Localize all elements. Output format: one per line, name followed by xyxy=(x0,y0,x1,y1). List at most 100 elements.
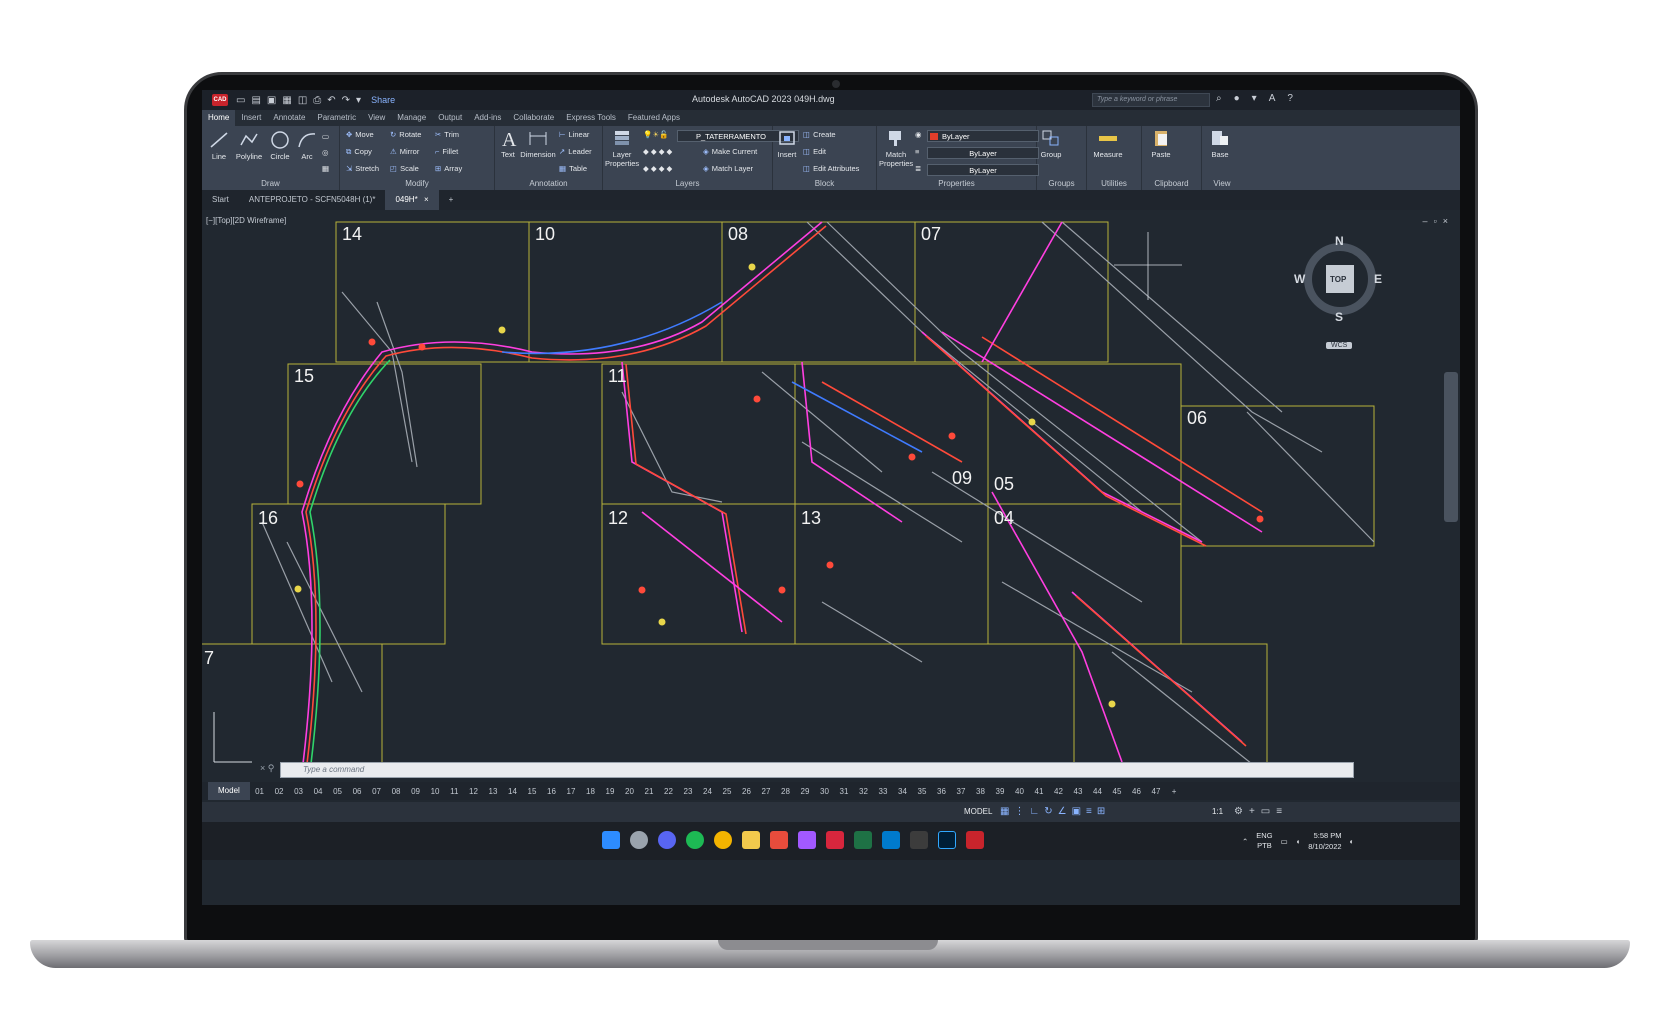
layout-tab-16[interactable]: 16 xyxy=(542,787,562,796)
layer-state-icons[interactable]: 💡☀🔓 xyxy=(643,130,668,139)
layout-tab-23[interactable]: 23 xyxy=(678,787,698,796)
tab-collaborate[interactable]: Collaborate xyxy=(507,110,560,126)
layout-tab-30[interactable]: 30 xyxy=(815,787,835,796)
doc-tab-anteprojeto[interactable]: ANTEPROJETO - SCFN5048H (1)* xyxy=(239,190,386,210)
draw-panel-title[interactable]: Draw xyxy=(202,179,339,188)
vscode-icon[interactable] xyxy=(882,831,900,849)
compass-south[interactable]: S xyxy=(1335,310,1343,324)
status-toggle-icons[interactable]: ▦⋮∟↻∠▣≡⊞ xyxy=(1000,806,1110,817)
base-tool[interactable]: Base xyxy=(1208,128,1232,159)
insert-tool[interactable]: Insert xyxy=(775,128,799,159)
redo-icon[interactable]: ↷ xyxy=(342,95,350,106)
layer-tools-row1[interactable]: ◆ ◆ ◆ ◆ xyxy=(643,147,672,156)
tab-output[interactable]: Output xyxy=(432,110,468,126)
trim-button[interactable]: ✂ Trim xyxy=(435,130,459,139)
fillet-button[interactable]: ⌐ Fillet xyxy=(435,147,458,156)
layout-tab-15[interactable]: 15 xyxy=(522,787,542,796)
tab-featured-apps[interactable]: Featured Apps xyxy=(622,110,686,126)
autodesk-icon[interactable]: A xyxy=(1269,93,1276,104)
user-icon[interactable]: ● xyxy=(1234,93,1240,104)
layout-tab-13[interactable]: 13 xyxy=(483,787,503,796)
mirror-button[interactable]: ⚠ Mirror xyxy=(390,147,419,156)
tab-express-tools[interactable]: Express Tools xyxy=(560,110,622,126)
measure-tool[interactable]: Measure xyxy=(1091,128,1125,159)
tab-insert[interactable]: Insert xyxy=(235,110,267,126)
chrome-icon[interactable] xyxy=(714,831,732,849)
layout-tab-47[interactable]: 47 xyxy=(1146,787,1166,796)
layout-tab-09[interactable]: 09 xyxy=(406,787,426,796)
excel-icon[interactable] xyxy=(854,831,872,849)
layout-tab-22[interactable]: 22 xyxy=(659,787,679,796)
layout-tab-01[interactable]: 01 xyxy=(250,787,270,796)
match-layer-button[interactable]: ◈ Match Layer xyxy=(703,164,753,173)
modify-panel-title[interactable]: Modify xyxy=(340,179,494,188)
layout-tab-19[interactable]: 19 xyxy=(600,787,620,796)
qat-dropdown-icon[interactable]: ▾ xyxy=(356,95,361,106)
tab-view[interactable]: View xyxy=(362,110,391,126)
edit-attributes-button[interactable]: ◫ Edit Attributes xyxy=(803,164,859,173)
layout-tab-45[interactable]: 45 xyxy=(1107,787,1127,796)
layout-tab-42[interactable]: 42 xyxy=(1049,787,1069,796)
lineweight-dropdown[interactable]: ByLayer xyxy=(927,164,1039,176)
layout-tab-04[interactable]: 04 xyxy=(308,787,328,796)
new-tab-icon[interactable]: + xyxy=(439,190,464,210)
block-panel-title[interactable]: Block xyxy=(773,179,876,188)
circle-tool[interactable]: Circle xyxy=(266,130,294,161)
tray-chevron-icon[interactable]: ⌃ xyxy=(1242,837,1248,846)
web-icon[interactable]: ◫ xyxy=(298,95,307,106)
viewport-window-controls[interactable]: –▫× xyxy=(1423,216,1454,226)
layout-tab-34[interactable]: 34 xyxy=(893,787,913,796)
scale-button[interactable]: ◰ Scale xyxy=(390,164,419,173)
group-tool[interactable]: Group xyxy=(1039,128,1063,159)
save-icon[interactable]: ▣ xyxy=(267,95,276,106)
layer-tools-row2[interactable]: ◆ ◆ ◆ ◆ xyxy=(643,164,672,173)
discord-icon[interactable] xyxy=(658,831,676,849)
doc-tab-049h[interactable]: 049H* × xyxy=(385,190,439,210)
match-properties-tool[interactable]: Match Properties xyxy=(879,128,913,168)
layout-tab-46[interactable]: 46 xyxy=(1127,787,1147,796)
layout-tab-26[interactable]: 26 xyxy=(737,787,757,796)
layout-tab-02[interactable]: 02 xyxy=(269,787,289,796)
layout-tab-05[interactable]: 05 xyxy=(328,787,348,796)
hatch-icon[interactable]: ◎ xyxy=(322,148,329,157)
properties-panel-title[interactable]: Properties xyxy=(877,179,1036,188)
layout-tab-03[interactable]: 03 xyxy=(289,787,309,796)
layout-tab-43[interactable]: 43 xyxy=(1068,787,1088,796)
layout-tab-11[interactable]: 11 xyxy=(445,787,464,796)
color-dropdown[interactable]: ByLayer xyxy=(927,130,1039,142)
model-space-button[interactable]: MODEL xyxy=(964,807,992,816)
layout-tab-21[interactable]: 21 xyxy=(639,787,659,796)
layout-tab-24[interactable]: 24 xyxy=(698,787,718,796)
table-button[interactable]: ▦ Table xyxy=(559,164,587,173)
leader-button[interactable]: ↗ Leader xyxy=(559,147,592,156)
layout-tab-35[interactable]: 35 xyxy=(912,787,932,796)
create-block-button[interactable]: ◫ Create xyxy=(803,130,836,139)
layout-tab-29[interactable]: 29 xyxy=(795,787,815,796)
wcs-menu[interactable]: WCS xyxy=(1326,342,1353,349)
line-tool[interactable]: Line xyxy=(206,130,232,161)
layers-panel-title[interactable]: Layers xyxy=(603,179,772,188)
layout-tab-27[interactable]: 27 xyxy=(756,787,776,796)
lineweight-icon[interactable]: ≣ xyxy=(915,164,921,173)
layout-tab-12[interactable]: 12 xyxy=(464,787,484,796)
language-indicator[interactable]: ENG PTB xyxy=(1256,831,1272,851)
plot-icon[interactable]: ⎙ xyxy=(313,95,321,106)
search-input[interactable]: Type a keyword or phrase xyxy=(1092,93,1210,107)
annotation-scale[interactable]: 1:1 xyxy=(1212,807,1223,816)
arc-tool[interactable]: Arc xyxy=(296,130,318,161)
app-x-icon[interactable] xyxy=(770,831,788,849)
layout-tab-model[interactable]: Model xyxy=(208,782,250,800)
layout-tab-39[interactable]: 39 xyxy=(990,787,1010,796)
close-icon[interactable]: × xyxy=(420,195,429,204)
search-icon[interactable]: ⌕ xyxy=(1216,93,1222,104)
layout-tab-31[interactable]: 31 xyxy=(834,787,854,796)
layout-tab-14[interactable]: 14 xyxy=(503,787,523,796)
volume-icon[interactable]: ◖ xyxy=(1296,837,1301,846)
groups-panel-title[interactable]: Groups xyxy=(1037,179,1086,188)
edit-block-button[interactable]: ◫ Edit xyxy=(803,147,826,156)
rotate-button[interactable]: ↻ Rotate xyxy=(390,130,421,139)
windows-start-icon[interactable] xyxy=(602,831,620,849)
autocad-task-icon[interactable] xyxy=(826,831,844,849)
new-icon[interactable]: ▭ xyxy=(236,95,245,106)
open-icon[interactable]: ▤ xyxy=(251,95,260,106)
